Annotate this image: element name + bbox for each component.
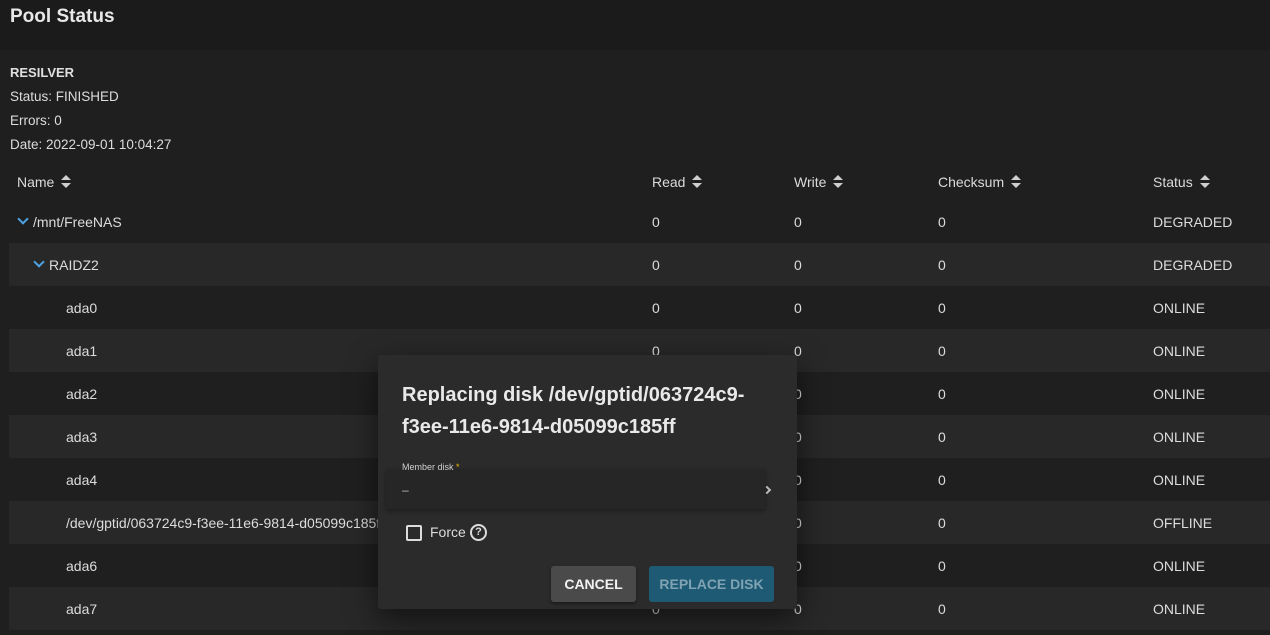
column-label: Write xyxy=(794,174,827,190)
checksum-cell: 0 xyxy=(938,300,946,316)
checksum-cell: 0 xyxy=(938,429,946,445)
checksum-cell: 0 xyxy=(938,601,946,617)
status-cell: OFFLINE xyxy=(1153,515,1213,531)
scan-errors: Errors: 0 xyxy=(10,113,62,128)
name-cell: ada0 xyxy=(66,300,98,316)
checksum-cell: 0 xyxy=(938,386,946,402)
page-header: Pool Status xyxy=(0,0,1270,50)
status-cell: ONLINE xyxy=(1153,429,1206,445)
row-name: RAIDZ2 xyxy=(49,257,99,273)
table-row[interactable]: RAIDZ2 0 0 0 DEGRADED xyxy=(9,243,1270,286)
name-cell: ada4 xyxy=(66,472,98,488)
read-cell: 0 xyxy=(652,300,660,316)
cancel-button[interactable]: CANCEL xyxy=(551,566,636,602)
checksum-cell: 0 xyxy=(938,558,946,574)
scan-date: Date: 2022-09-01 10:04:27 xyxy=(10,137,172,152)
checksum-cell: 0 xyxy=(938,343,946,359)
column-label: Checksum xyxy=(938,174,1005,190)
column-header-write[interactable]: Write xyxy=(794,174,844,190)
required-mark: * xyxy=(456,462,460,472)
checksum-cell: 0 xyxy=(938,472,946,488)
force-checkbox[interactable] xyxy=(406,525,422,541)
name-cell: ada1 xyxy=(66,343,98,359)
member-disk-label: Member disk * xyxy=(402,462,460,472)
member-disk-label-text: Member disk xyxy=(402,462,454,472)
name-cell: /mnt/FreeNAS xyxy=(17,213,122,230)
table-header: Name Read Write Checksum Status xyxy=(9,162,1270,204)
scan-info: RESILVER Status: FINISHED Errors: 0 Date… xyxy=(10,61,171,157)
status-cell: ONLINE xyxy=(1153,300,1206,316)
name-cell: ada2 xyxy=(66,386,98,402)
status-cell: ONLINE xyxy=(1153,386,1206,402)
sort-icon[interactable] xyxy=(1011,175,1022,189)
column-label: Status xyxy=(1153,174,1193,190)
status-cell: ONLINE xyxy=(1153,558,1206,574)
status-cell: ONLINE xyxy=(1153,472,1206,488)
status-cell: ONLINE xyxy=(1153,601,1206,617)
write-cell: 0 xyxy=(794,214,802,230)
column-header-name[interactable]: Name xyxy=(17,174,72,190)
write-cell: 0 xyxy=(794,300,802,316)
dialog-title: Replacing disk /dev/gptid/063724c9-f3ee-… xyxy=(402,384,745,438)
replace-disk-button[interactable]: REPLACE DISK xyxy=(649,566,774,602)
member-disk-select[interactable]: – xyxy=(386,469,765,509)
write-cell: 0 xyxy=(794,257,802,273)
checksum-cell: 0 xyxy=(938,257,946,273)
help-icon[interactable]: ? xyxy=(470,524,487,541)
read-cell: 0 xyxy=(652,214,660,230)
sort-icon[interactable] xyxy=(61,175,72,189)
replace-disk-dialog: Replacing disk /dev/gptid/063724c9-f3ee-… xyxy=(378,355,797,609)
sort-icon[interactable] xyxy=(833,175,844,189)
table-row[interactable]: /mnt/FreeNAS 0 0 0 DEGRADED xyxy=(9,200,1270,243)
scan-status: Status: FINISHED xyxy=(10,89,119,104)
member-disk-value: – xyxy=(402,483,409,497)
table-row[interactable]: ada0 0 0 0 ONLINE xyxy=(9,286,1270,329)
read-cell: 0 xyxy=(652,257,660,273)
checksum-cell: 0 xyxy=(938,515,946,531)
name-cell: RAIDZ2 xyxy=(33,256,99,273)
name-cell: /dev/gptid/063724c9-f3ee-11e6-9814-d0509… xyxy=(66,515,384,531)
status-cell: ONLINE xyxy=(1153,343,1206,359)
column-label: Read xyxy=(652,174,686,190)
status-cell: DEGRADED xyxy=(1153,257,1233,273)
name-cell: ada7 xyxy=(66,601,98,617)
sort-icon[interactable] xyxy=(692,175,703,189)
name-cell: ada3 xyxy=(66,429,98,445)
force-label: Force xyxy=(430,524,466,540)
checksum-cell: 0 xyxy=(938,214,946,230)
chevron-down-icon[interactable] xyxy=(17,213,29,225)
row-name: /mnt/FreeNAS xyxy=(33,214,122,230)
chevron-down-icon[interactable] xyxy=(33,256,45,268)
status-cell: DEGRADED xyxy=(1153,214,1233,230)
column-header-status[interactable]: Status xyxy=(1153,174,1210,190)
column-header-checksum[interactable]: Checksum xyxy=(938,174,1022,190)
sort-icon[interactable] xyxy=(1199,175,1210,189)
name-cell: ada6 xyxy=(66,558,98,574)
page-title: Pool Status xyxy=(10,6,115,27)
column-header-read[interactable]: Read xyxy=(652,174,703,190)
column-label: Name xyxy=(17,174,55,190)
scan-type: RESILVER xyxy=(10,65,75,80)
